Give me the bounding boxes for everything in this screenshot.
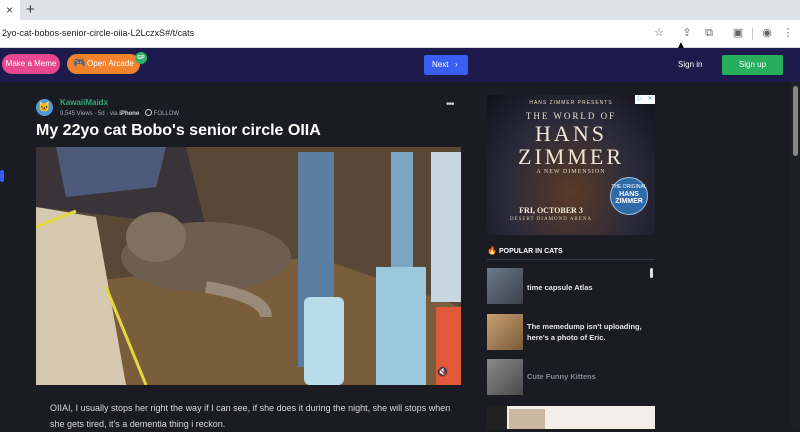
fire-icon: 🔥 bbox=[487, 246, 497, 255]
post-views: 9,545 Views bbox=[60, 111, 93, 117]
popular-item-thumb[interactable] bbox=[487, 268, 523, 304]
post-caption: OIIAI, I usually stops her right the way… bbox=[50, 403, 451, 429]
extensions-icon[interactable]: ⧉ bbox=[702, 26, 716, 40]
popular-heading: 🔥 POPULAR IN CATS bbox=[487, 246, 563, 255]
avatar[interactable]: 🐱 bbox=[36, 99, 53, 116]
popular-scroll-thumb[interactable] bbox=[650, 268, 653, 278]
post-age: 5d bbox=[97, 111, 105, 117]
follow-icon bbox=[144, 109, 152, 116]
speaker-muted-icon[interactable]: 🔇 bbox=[436, 367, 448, 378]
sign-up-button[interactable]: Sign up bbox=[722, 55, 783, 75]
popular-heading-text: POPULAR IN CATS bbox=[498, 248, 563, 255]
arcade-badge: GP bbox=[135, 52, 147, 64]
url-field[interactable]: 2yo-cat-bobos-senior-circle-oiia-L2LczxS… bbox=[2, 28, 194, 38]
next-button[interactable]: Next › bbox=[424, 55, 468, 75]
popular-divider bbox=[487, 259, 655, 260]
make-meme-button[interactable]: Make a Meme bbox=[2, 54, 60, 74]
open-arcade-button[interactable]: 🎮 Open Arcade bbox=[67, 54, 140, 74]
close-tab-icon[interactable]: × bbox=[6, 3, 13, 17]
share-icon[interactable]: ⇪ bbox=[680, 26, 694, 40]
ad-presents: HANS ZIMMER PRESENTS bbox=[529, 100, 613, 106]
popular-item-label[interactable]: time capsule Atlas bbox=[527, 282, 649, 293]
popular-item-label[interactable]: The memedump isn't uploading, here's a p… bbox=[527, 321, 649, 343]
toolbar-divider bbox=[752, 28, 753, 40]
bookmark-star-icon[interactable]: ☆ bbox=[652, 26, 666, 40]
post-device: iPhone bbox=[119, 111, 140, 117]
ad-venue: DESERT DIAMOND ARENA bbox=[509, 217, 593, 222]
tab-strip: × + bbox=[0, 0, 800, 20]
post-username[interactable]: KawaiiMaidx bbox=[60, 98, 108, 107]
sign-in-link[interactable]: Sign in bbox=[678, 60, 702, 69]
ad-date: FRI, OCTOBER 3 bbox=[519, 206, 583, 215]
ad-dimension: A NEW DIMENSION bbox=[536, 169, 606, 175]
new-tab-button[interactable]: + bbox=[26, 1, 35, 18]
ad-name-last: ZIMMER bbox=[518, 144, 624, 169]
site-header: Make a Meme 🎮 Open Arcade Next › Sign in… bbox=[0, 48, 800, 82]
page-scroll-thumb[interactable] bbox=[793, 86, 798, 156]
ad-close-icon[interactable]: ✕ bbox=[645, 95, 655, 104]
open-arcade-label: Open Arcade bbox=[87, 59, 134, 68]
ad-bottom-strip bbox=[487, 406, 507, 429]
popular-item-thumb[interactable] bbox=[487, 359, 523, 395]
post-via: via bbox=[109, 111, 118, 117]
gamepad-icon: 🎮 bbox=[73, 58, 86, 69]
left-rail-handle[interactable] bbox=[0, 170, 4, 182]
sidebar-ad-bottom[interactable] bbox=[487, 406, 655, 429]
profile-icon[interactable]: ◉ bbox=[760, 26, 774, 40]
chevron-right-icon: › bbox=[455, 60, 458, 69]
ad-badge-name: HANS ZIMMER bbox=[615, 191, 643, 205]
more-options-button[interactable]: ••• bbox=[446, 99, 454, 110]
follow-button[interactable]: FOLLOW bbox=[154, 111, 179, 117]
next-label: Next bbox=[432, 60, 449, 69]
post-title: My 22yo cat Bobo's senior circle OIIA bbox=[36, 122, 321, 139]
menu-icon[interactable]: ⋮ bbox=[781, 26, 795, 40]
popular-item-thumb[interactable] bbox=[487, 314, 523, 350]
ad-badge-top: THE ORIGINAL bbox=[611, 184, 647, 190]
ad-bottom-image bbox=[509, 409, 545, 429]
popular-item-label[interactable]: Cute Funny Kittens bbox=[527, 371, 649, 382]
sidebar-ad[interactable]: HANS ZIMMER PRESENTS THE WORLD OF HANS Z… bbox=[487, 95, 655, 235]
mouse-cursor-icon: ▲ bbox=[676, 40, 686, 51]
post-video[interactable]: 🔇 bbox=[36, 147, 461, 385]
video-frame bbox=[36, 147, 461, 385]
active-tab[interactable]: × bbox=[0, 0, 20, 20]
post-meta: 9,545 Views · 5d · via iPhone FOLLOW bbox=[60, 109, 179, 117]
ad-info-icon[interactable]: ▷ bbox=[635, 95, 645, 104]
tab-search-icon[interactable]: ▣ bbox=[731, 26, 745, 40]
ad-world: THE WORLD OF bbox=[525, 111, 617, 121]
ad-badge: THE ORIGINAL HANS ZIMMER bbox=[610, 177, 648, 215]
